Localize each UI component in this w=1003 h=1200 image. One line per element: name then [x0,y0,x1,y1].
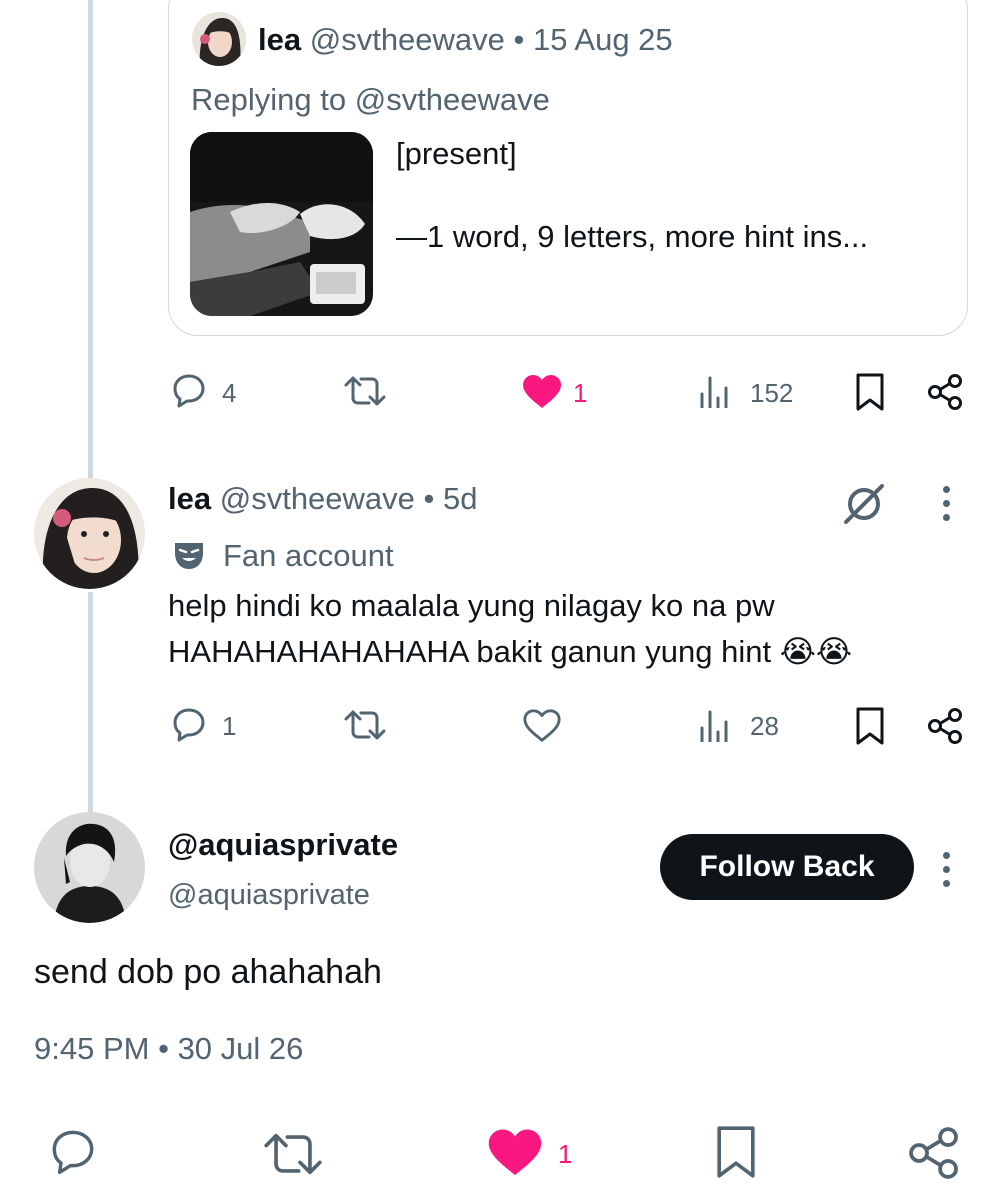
share-icon[interactable] [926,372,966,412]
replying-to-handle[interactable]: @svtheewave [355,82,550,117]
author-handle[interactable]: @svtheewave [220,481,415,516]
separator-dot: • [423,481,435,516]
main-handle[interactable]: @aquiasprivate [168,876,370,914]
views-count: 28 [750,711,779,741]
bookmark-icon[interactable] [713,1124,759,1180]
author-handle[interactable]: @svtheewave [310,22,505,57]
tweet-date[interactable]: 30 Jul 26 [178,1031,304,1066]
replying-to-line: Replying to @svtheewave [191,81,550,119]
share-icon[interactable] [926,706,966,746]
like-icon[interactable] [521,374,563,410]
reply-text-body: HAHAHAHAHAHAHA bakit ganun yung hint [168,634,772,669]
author-name[interactable]: lea [168,481,211,516]
views-icon[interactable] [698,374,734,408]
thread-connector-bottom [88,592,93,814]
tweet-date: 15 Aug 25 [533,22,673,57]
more-options-icon[interactable] [941,486,951,528]
main-tweet-text: send dob po ahahahah [34,953,382,991]
quoted-text-line-1: [present] [396,136,517,171]
replying-to-label: Replying to [191,82,347,117]
author-name[interactable]: lea [258,22,301,57]
grok-icon[interactable] [840,482,888,526]
quoted-author-line: lea @svtheewave • 15 Aug 25 [258,21,673,59]
main-display-name[interactable]: @aquiasprivate [168,826,398,864]
retweet-icon[interactable] [342,374,388,408]
main-timestamp-line: 9:45 PM • 30 Jul 26 [34,1030,303,1068]
bookmark-icon[interactable] [854,706,886,746]
avatar[interactable] [192,12,246,66]
reply-text-line-2: HAHAHAHAHAHAHA bakit ganun yung hint 😭😭 [168,633,852,671]
retweet-icon[interactable] [260,1130,326,1178]
more-options-icon[interactable] [941,852,951,894]
like-icon[interactable] [486,1128,544,1178]
fan-account-label: Fan account [223,538,394,573]
avatar[interactable] [34,478,145,589]
tweet-time[interactable]: 9:45 PM [34,1031,149,1066]
reply-author-line: lea @svtheewave • 5d [168,480,478,518]
bookmark-icon[interactable] [854,372,886,412]
reply-count: 1 [222,711,237,741]
reply-icon[interactable] [171,372,207,408]
views-count: 152 [750,378,794,408]
separator-dot: • [158,1031,169,1066]
like-count: 1 [558,1139,573,1169]
thread-connector-top [88,0,93,480]
views-icon[interactable] [698,708,734,742]
quoted-text-line-2: —1 word, 9 letters, more hint ins... [396,219,869,254]
like-icon[interactable] [522,708,562,744]
reply-count: 4 [222,378,237,408]
like-count: 1 [573,378,588,408]
tweet-time: 5d [443,481,478,516]
crying-emoji: 😭😭 [779,634,853,669]
reply-text-line-1: help hindi ko maalala yung nilagay ko na… [168,588,775,623]
follow-back-button[interactable]: Follow Back [660,834,914,900]
reply-icon[interactable] [171,706,207,742]
separator-dot: • [513,22,525,57]
share-icon[interactable] [906,1124,964,1182]
retweet-icon[interactable] [342,708,388,742]
quoted-tweet-image[interactable] [190,132,373,316]
reply-icon[interactable] [49,1127,97,1175]
avatar[interactable] [34,812,145,923]
fan-account-badge-icon [171,537,207,573]
